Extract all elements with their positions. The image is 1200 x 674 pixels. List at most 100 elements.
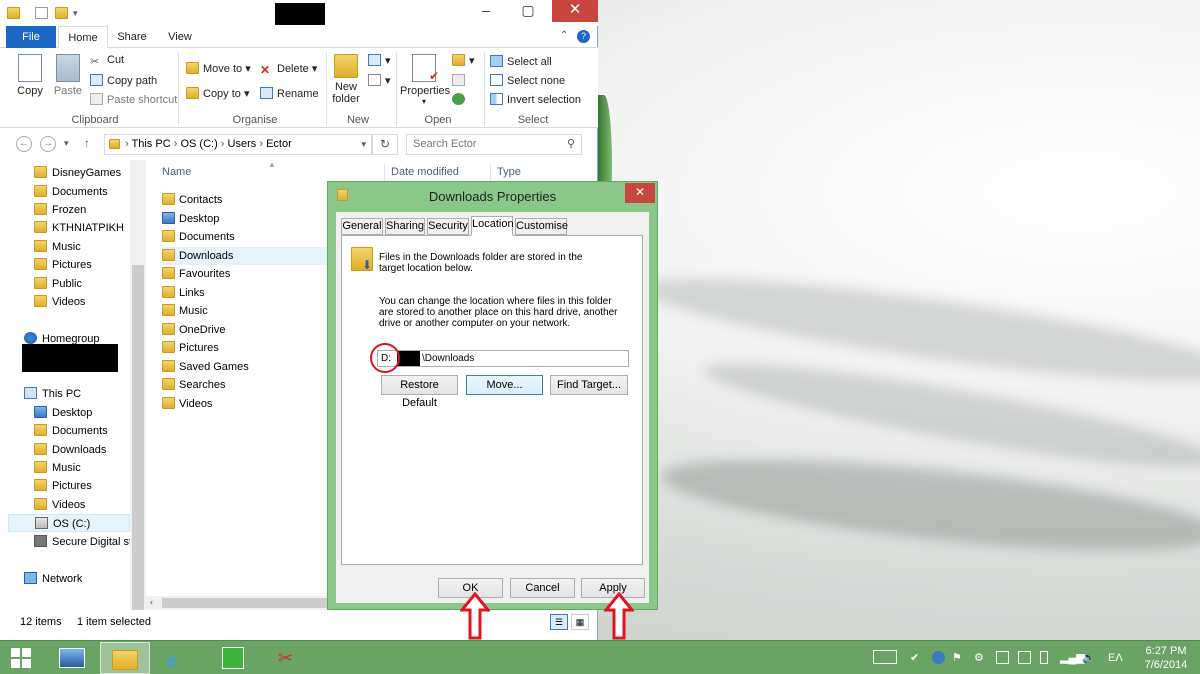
nav-item-os-c[interactable]: OS (C:) (8, 514, 130, 532)
new-folder-qat-icon[interactable] (55, 7, 68, 19)
invert-selection-button[interactable]: Invert selection (490, 93, 581, 106)
recent-locations-icon[interactable]: ▾ (64, 138, 69, 149)
properties-button[interactable]: ✔ Properties ▾ (400, 54, 450, 106)
nav-item-pc-downloads[interactable]: Downloads (34, 441, 106, 459)
maximize-button[interactable]: ▢ (508, 0, 548, 22)
nav-item-music[interactable]: Music (34, 238, 81, 256)
nav-item-public[interactable]: Public (34, 275, 82, 293)
scroll-left-icon[interactable]: ‹ (150, 597, 153, 607)
tray-app-icon[interactable] (996, 651, 1009, 664)
taskbar-remote-desktop[interactable] (48, 642, 98, 674)
address-dropdown-icon[interactable]: ▾ (361, 135, 366, 154)
history-button[interactable] (452, 93, 469, 106)
nav-item-sd-card[interactable]: Secure Digital sto (34, 533, 130, 551)
clock[interactable]: 6:27 PM 7/6/2014 (1136, 644, 1196, 672)
qat-dropdown-icon[interactable]: ▾ (73, 8, 78, 19)
nav-item-pictures[interactable]: Pictures (34, 256, 92, 274)
delete-button[interactable]: ✕ Delete ▾ (260, 62, 317, 77)
list-item-pictures[interactable]: Pictures (162, 339, 327, 357)
copy-path-button[interactable]: Copy path (90, 74, 157, 87)
wifi-icon[interactable]: ▂▄▆ (1060, 651, 1085, 664)
large-icons-view-icon[interactable]: ▦ (571, 614, 589, 630)
ribbon-expand-icon[interactable]: ⌃ (560, 30, 568, 41)
tab-home[interactable]: Home (58, 26, 108, 48)
nav-item-pc-documents[interactable]: Documents (34, 422, 108, 440)
new-folder-button[interactable]: New folder (330, 54, 362, 105)
details-view-icon[interactable]: ☰ (550, 614, 568, 630)
breadcrumb-os-c[interactable]: OS (C:) (180, 138, 217, 150)
action-center-icon[interactable]: ✔ (910, 651, 923, 664)
nav-item-documents[interactable]: Documents (34, 183, 108, 201)
list-item-downloads[interactable]: Downloads (162, 247, 327, 265)
taskbar-snipping-tool[interactable]: ✂ (262, 642, 312, 674)
help-icon[interactable]: ? (577, 30, 590, 43)
list-item-links[interactable]: Links (162, 284, 327, 302)
tab-sharing[interactable]: Sharing (385, 218, 425, 235)
nav-item-disneygames[interactable]: DisneyGames (34, 164, 121, 182)
rename-button[interactable]: Rename (260, 87, 319, 100)
taskbar-store[interactable] (208, 642, 258, 674)
tray-app-icon[interactable] (932, 651, 945, 664)
copy-to-button[interactable]: Copy to ▾ (186, 87, 250, 100)
close-button[interactable]: ✕ (552, 0, 598, 22)
flag-icon[interactable]: ⚑ (952, 651, 965, 664)
column-header-date-modified[interactable]: Date modified (391, 166, 459, 178)
column-header-name[interactable]: Name (162, 166, 191, 178)
nav-item-this-pc[interactable]: This PC (24, 385, 81, 403)
list-item-contacts[interactable]: Contacts (162, 191, 327, 209)
select-all-button[interactable]: Select all (490, 55, 552, 68)
nav-item-network[interactable]: Network (24, 570, 82, 588)
address-box[interactable]: › This PC › OS (C:) › Users › Ector ▾ (104, 134, 372, 155)
nav-item-pc-videos[interactable]: Videos (34, 496, 85, 514)
volume-icon[interactable]: 🔈 (1082, 651, 1096, 664)
list-item-saved-games[interactable]: Saved Games (162, 358, 327, 376)
breadcrumb-users[interactable]: Users (228, 138, 257, 150)
nav-item-pc-pictures[interactable]: Pictures (34, 477, 92, 495)
edit-button[interactable] (452, 74, 469, 87)
touch-keyboard-icon[interactable] (873, 650, 897, 664)
refresh-button[interactable]: ↻ (372, 134, 398, 155)
list-item-favourites[interactable]: Favourites (162, 265, 327, 283)
cut-button[interactable]: ✂ Cut (90, 54, 124, 68)
list-item-desktop[interactable]: Desktop (162, 210, 327, 228)
paste-button[interactable]: Paste (52, 54, 84, 97)
nav-item-pc-desktop[interactable]: Desktop (34, 404, 92, 422)
cancel-button[interactable]: Cancel (510, 578, 575, 598)
dialog-close-button[interactable]: ✕ (625, 183, 655, 203)
tab-general[interactable]: General (341, 218, 383, 235)
list-item-music[interactable]: Music (162, 302, 327, 320)
new-item-button[interactable]: ▾ (368, 54, 391, 67)
easy-access-button[interactable]: ▾ (368, 74, 391, 87)
tab-view[interactable]: View (158, 26, 202, 48)
list-item-documents[interactable]: Documents (162, 228, 327, 246)
tray-app-icon[interactable] (1018, 651, 1031, 664)
input-language[interactable]: EΛ (1108, 652, 1123, 664)
tab-share[interactable]: Share (110, 26, 154, 48)
search-input[interactable]: Search Ector ⚲ (406, 134, 582, 155)
restore-default-button[interactable]: Restore Default (381, 375, 458, 409)
breadcrumb-this-pc[interactable]: This PC (132, 138, 171, 150)
list-item-videos[interactable]: Videos (162, 395, 327, 413)
breadcrumb-ector[interactable]: Ector (266, 138, 292, 150)
tab-security[interactable]: Security (427, 218, 469, 235)
tab-location[interactable]: Location (471, 216, 514, 236)
move-to-button[interactable]: Move to ▾ (186, 62, 251, 75)
location-path-input[interactable]: D: \Downloads (377, 350, 629, 367)
nav-item-frozen[interactable]: Frozen (34, 201, 86, 219)
start-button[interactable] (0, 642, 42, 674)
properties-qat-icon[interactable] (35, 7, 48, 19)
nav-item-pc-music[interactable]: Music (34, 459, 81, 477)
list-item-onedrive[interactable]: OneDrive (162, 321, 327, 339)
minimize-button[interactable]: – (466, 0, 506, 22)
nav-item-kthniatpikh[interactable]: KTHNIATPIKH (34, 219, 124, 237)
nav-pane-scrollbar-thumb[interactable] (132, 265, 144, 610)
open-button[interactable]: ▾ (452, 54, 475, 67)
find-target-button[interactable]: Find Target... (550, 375, 628, 395)
tab-customise[interactable]: Customise (515, 218, 568, 235)
paste-shortcut-button[interactable]: Paste shortcut (90, 93, 177, 106)
copy-button[interactable]: Copy (14, 54, 46, 97)
select-none-button[interactable]: Select none (490, 74, 565, 87)
back-button[interactable]: ← (16, 136, 32, 152)
tray-app-icon[interactable]: ⚙ (974, 651, 987, 664)
up-button[interactable]: ↑ (84, 136, 90, 150)
